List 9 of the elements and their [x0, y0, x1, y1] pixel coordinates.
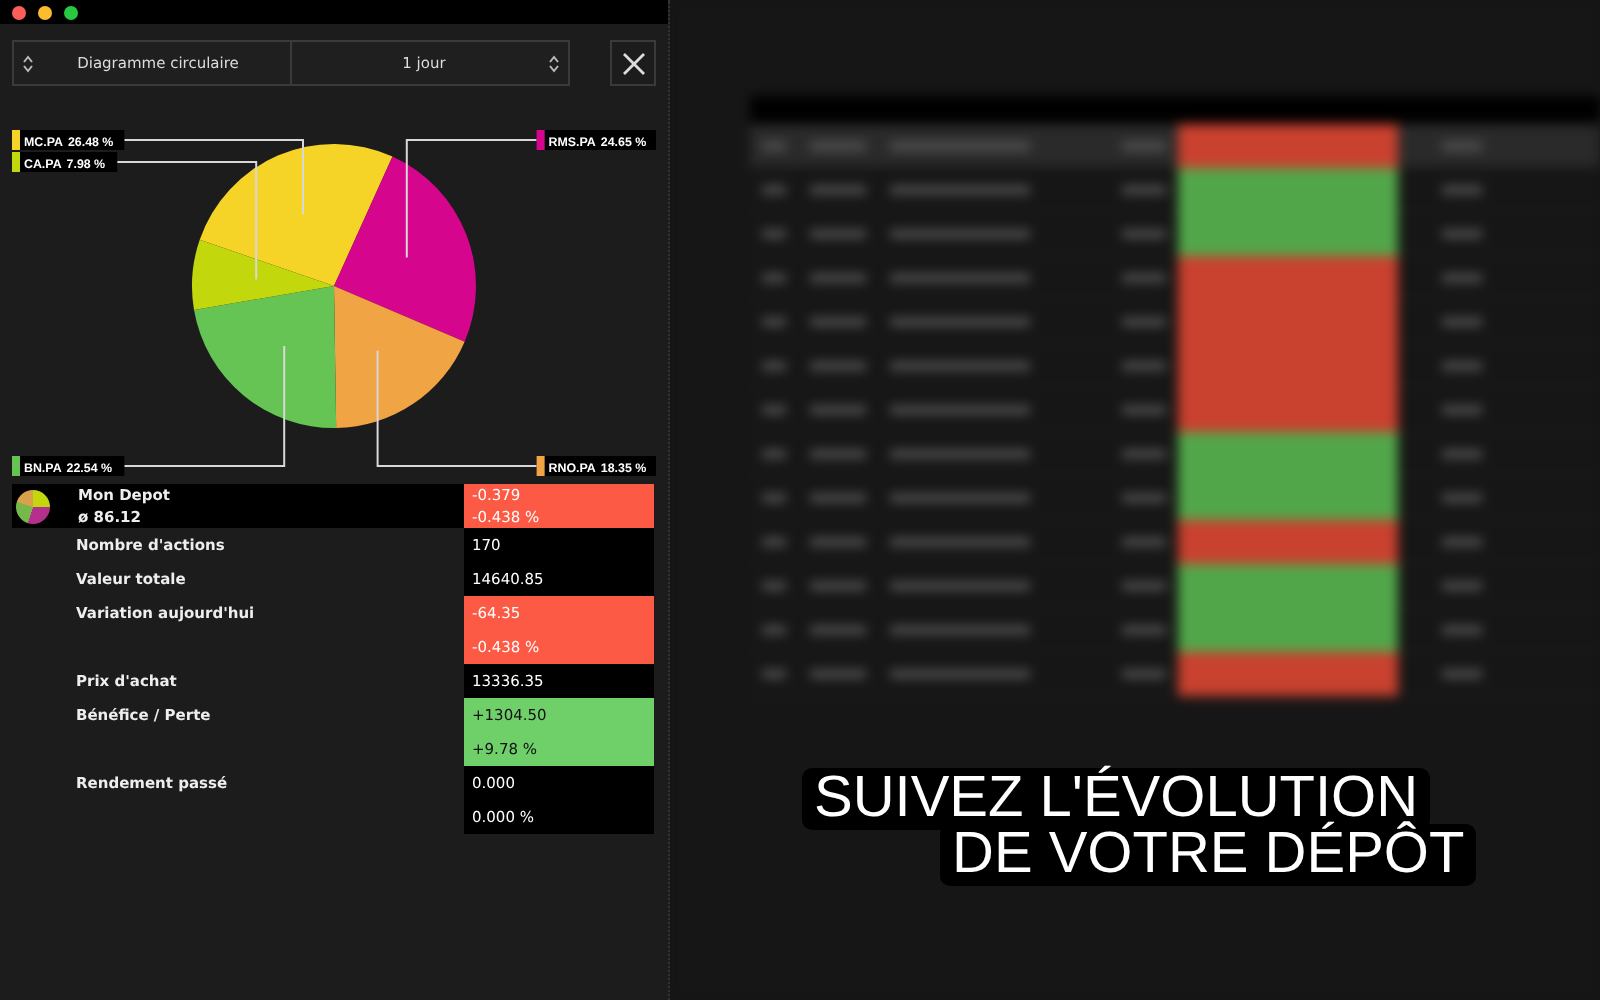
up-down-arrows-icon — [548, 53, 560, 73]
close-window-button[interactable] — [12, 5, 26, 19]
zoom-window-button[interactable] — [64, 5, 78, 19]
close-icon — [621, 51, 645, 75]
minimize-window-button[interactable] — [38, 5, 52, 19]
up-down-arrows-icon — [22, 53, 34, 73]
pie-avatar-icon — [16, 489, 50, 523]
leader-line — [405, 139, 538, 259]
close-button[interactable] — [610, 40, 656, 86]
